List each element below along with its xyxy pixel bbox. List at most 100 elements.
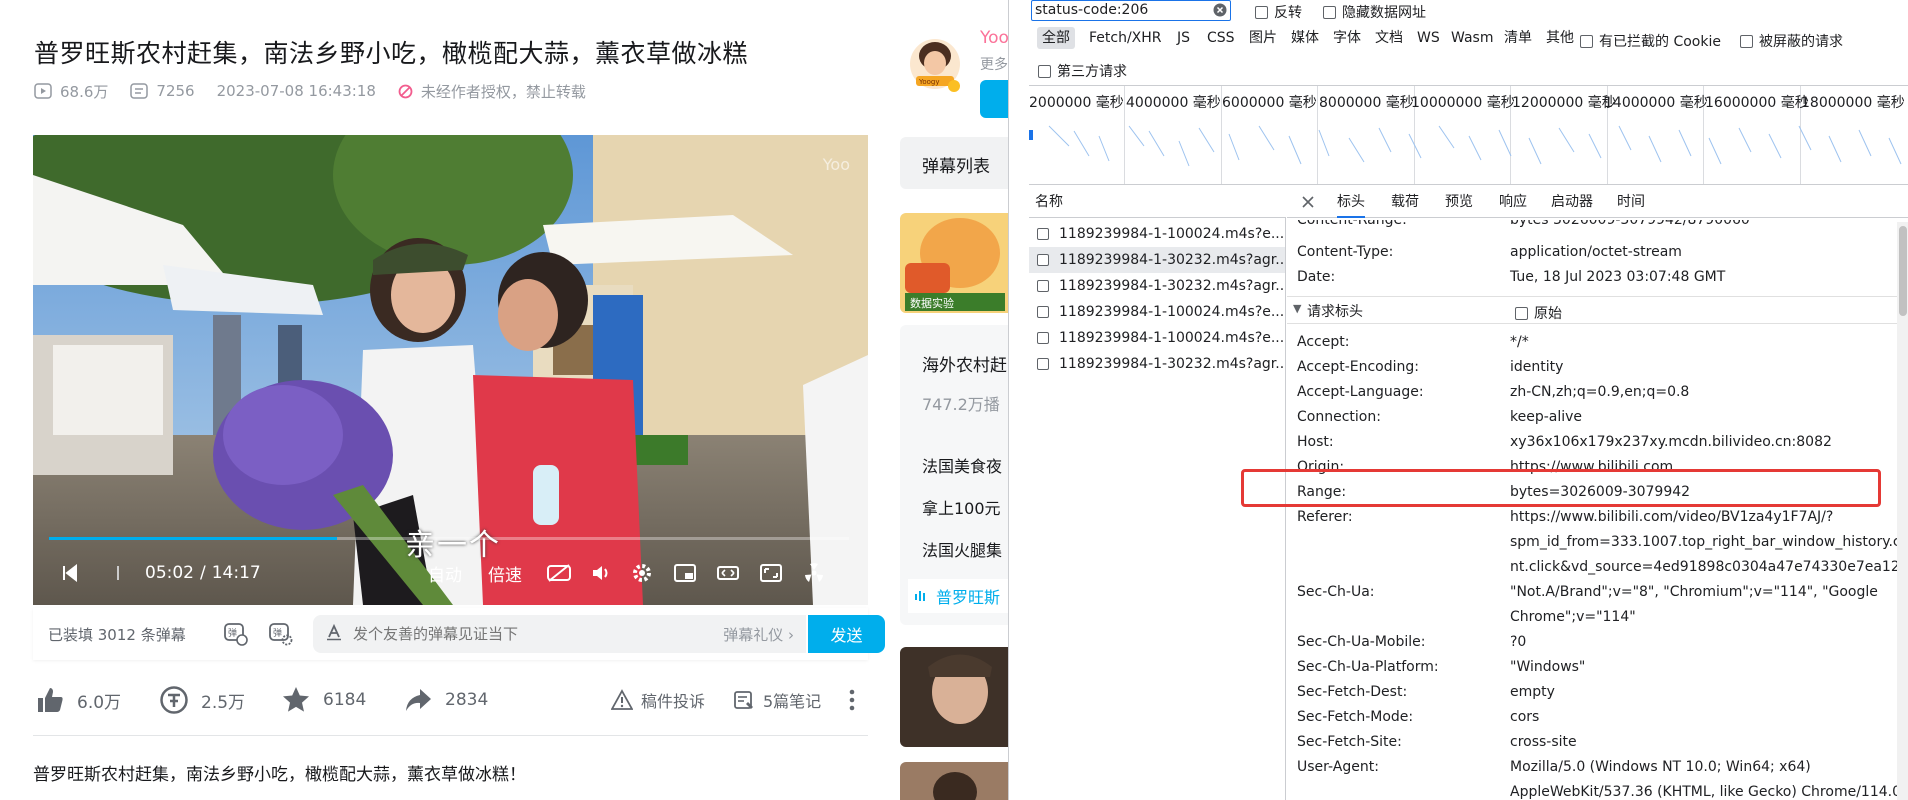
close-detail-button[interactable] — [1301, 186, 1315, 218]
video-progress-bar[interactable] — [49, 537, 849, 540]
header-key: Accept-Language: — [1297, 384, 1424, 400]
coin-button[interactable]: 2.5万 — [159, 680, 245, 720]
type-filter-ws[interactable]: WS — [1417, 27, 1440, 49]
speed-button[interactable]: 倍速 — [488, 553, 522, 593]
detail-tabs: 标头 载荷 预览 响应 启动器 时间 — [1287, 186, 1908, 218]
tab-headers[interactable]: 标头 — [1337, 186, 1365, 218]
checkbox-box — [1580, 34, 1593, 48]
type-filter-fetch[interactable]: Fetch/XHR — [1089, 27, 1162, 49]
pip-button[interactable] — [673, 553, 697, 593]
request-checkbox[interactable] — [1037, 254, 1049, 266]
widescreen-button[interactable] — [716, 553, 740, 593]
svg-text:弹: 弹 — [228, 627, 237, 639]
hide-data-urls-checkbox[interactable]: 隐藏数据网址 — [1323, 2, 1426, 22]
request-checkbox[interactable] — [1037, 306, 1049, 318]
next-episode-button[interactable] — [61, 553, 79, 593]
type-filter-img[interactable]: 图片 — [1249, 27, 1277, 49]
ad-banner[interactable]: 数据实验 — [900, 213, 1008, 313]
webfullscreen-button[interactable] — [759, 553, 783, 593]
danmaku-bar: 已装填 3012 条弹幕 弹 弹 弹幕礼仪 › 发送 — [33, 608, 885, 660]
request-header-row: Sec-Ch-Ua-Mobile: ?0 — [1287, 634, 1908, 659]
clear-filter-icon[interactable] — [1213, 3, 1227, 17]
quality-button[interactable]: 自动 — [428, 553, 462, 593]
third-party-checkbox[interactable]: 第三方请求 — [1038, 61, 1127, 81]
playlist-item[interactable]: 法国美食夜 — [922, 453, 1002, 477]
timeline-waterfall-graph — [1029, 125, 1902, 167]
raw-headers-checkbox[interactable]: 原始 — [1515, 303, 1562, 323]
request-header-row: Sec-Ch-Ua: "Not.A/Brand";v="8", "Chromium… — [1287, 584, 1908, 609]
danmaku-etiquette-link[interactable]: 弹幕礼仪 › — [723, 624, 794, 645]
video-player[interactable]: Yoo 亲一个 05:02 / 14:17 自动 倍速 — [33, 135, 868, 605]
volume-button[interactable] — [591, 553, 613, 593]
checkbox-box — [1255, 5, 1268, 19]
type-filter-doc[interactable]: 文档 — [1375, 27, 1403, 49]
uploader-name[interactable]: Yoo — [980, 28, 1008, 48]
follow-button[interactable] — [980, 80, 1008, 118]
uploader-avatar[interactable]: Yoogy — [908, 36, 963, 94]
request-header-row: spm_id_from=333.1007.top_right_bar_windo… — [1287, 534, 1908, 559]
request-name: 1189239984-1-30232.m4s?agr... — [1059, 356, 1285, 372]
tab-initiator[interactable]: 启动器 — [1551, 186, 1593, 218]
request-name: 1189239984-1-30232.m4s?agr... — [1059, 252, 1285, 268]
request-row[interactable]: 1189239984-1-100024.m4s?e... — [1029, 325, 1285, 351]
request-row[interactable]: 1189239984-1-100024.m4s?e... — [1029, 221, 1285, 247]
settings-button[interactable] — [631, 553, 653, 593]
favorite-button[interactable]: 6184 — [281, 680, 366, 720]
copyright-notice: 未经作者授权，禁止转载 — [398, 81, 586, 102]
danmaku-toggle-button[interactable]: 弹 — [223, 622, 249, 650]
danmaku-etiquette-label: 弹幕礼仪 — [723, 625, 784, 644]
recommended-video-thumb[interactable] — [900, 647, 1008, 747]
tab-preview[interactable]: 预览 — [1445, 186, 1473, 218]
type-filter-manifest[interactable]: 清单 — [1504, 27, 1532, 49]
type-filter-all[interactable]: 全部 — [1037, 27, 1075, 49]
header-key: Content-Type: — [1297, 244, 1394, 260]
blocked-cookies-checkbox[interactable]: 有已拦截的 Cookie — [1580, 31, 1721, 51]
playlist-current-item[interactable]: 普罗旺斯 — [908, 579, 1008, 613]
request-checkbox[interactable] — [1037, 358, 1049, 370]
svg-text:Yoogy: Yoogy — [918, 78, 940, 86]
request-checkbox[interactable] — [1037, 280, 1049, 292]
playlist-item[interactable]: 法国火腿集 — [922, 537, 1002, 561]
views-stat: 68.6万 — [34, 81, 108, 102]
font-style-icon[interactable] — [325, 623, 343, 645]
type-filter-font[interactable]: 字体 — [1333, 27, 1361, 49]
filter-input[interactable]: status-code:206 — [1031, 0, 1231, 21]
request-row[interactable]: 1189239984-1-30232.m4s?agr... — [1029, 351, 1285, 377]
request-row[interactable]: 1189239984-1-30232.m4s?agr... — [1029, 273, 1285, 299]
danmaku-settings-button[interactable]: 弹 — [268, 622, 294, 650]
more-options-button[interactable] — [849, 680, 855, 720]
scrollbar-thumb[interactable] — [1899, 226, 1907, 316]
fullscreen-button[interactable] — [803, 553, 825, 593]
detail-scrollbar[interactable] — [1897, 222, 1908, 800]
type-filter-wasm[interactable]: Wasm — [1451, 27, 1493, 49]
like-button[interactable]: 6.0万 — [35, 680, 121, 720]
recommended-video-thumb[interactable] — [900, 762, 1008, 800]
tab-payload[interactable]: 载荷 — [1391, 186, 1419, 218]
request-row-selected[interactable]: 1189239984-1-30232.m4s?agr... — [1029, 247, 1285, 273]
danmaku-send-button[interactable]: 发送 — [808, 615, 885, 653]
notes-button[interactable]: 5篇笔记 — [733, 680, 821, 720]
report-button[interactable]: 稿件投诉 — [611, 680, 705, 720]
danmaku-list-panel[interactable]: 弹幕列表 — [900, 137, 1008, 189]
request-checkbox[interactable] — [1037, 332, 1049, 344]
video-meta-row: 68.6万 7256 2023-07-08 16:43:18 未经作者授权，禁止… — [34, 80, 608, 102]
tab-response[interactable]: 响应 — [1499, 186, 1527, 218]
type-filter-media[interactable]: 媒体 — [1291, 27, 1319, 49]
type-filter-css[interactable]: CSS — [1207, 27, 1235, 49]
subtitle-toggle-button[interactable] — [546, 553, 572, 593]
blocked-requests-label: 被屏蔽的请求 — [1759, 34, 1843, 50]
danmaku-input[interactable] — [353, 625, 673, 643]
network-overview-timeline[interactable]: 2000000 毫秒 4000000 毫秒 6000000 毫秒 8000000… — [1029, 85, 1908, 185]
share-button[interactable]: 2834 — [403, 680, 488, 720]
tab-timing[interactable]: 时间 — [1617, 186, 1645, 218]
invert-checkbox[interactable]: 反转 — [1255, 2, 1302, 22]
request-checkbox[interactable] — [1037, 228, 1049, 240]
type-filter-other[interactable]: 其他 — [1546, 27, 1574, 49]
playlist-item[interactable]: 拿上100元 — [922, 495, 1001, 519]
blocked-requests-checkbox[interactable]: 被屏蔽的请求 — [1740, 31, 1843, 51]
request-row[interactable]: 1189239984-1-100024.m4s?e... — [1029, 299, 1285, 325]
request-headers-section-header[interactable]: ▼ 请求标头 原始 — [1287, 296, 1897, 324]
recommended-thumbnail — [900, 647, 1008, 747]
type-filter-js[interactable]: JS — [1177, 27, 1190, 49]
name-column-header[interactable]: 名称 — [1029, 186, 1286, 218]
